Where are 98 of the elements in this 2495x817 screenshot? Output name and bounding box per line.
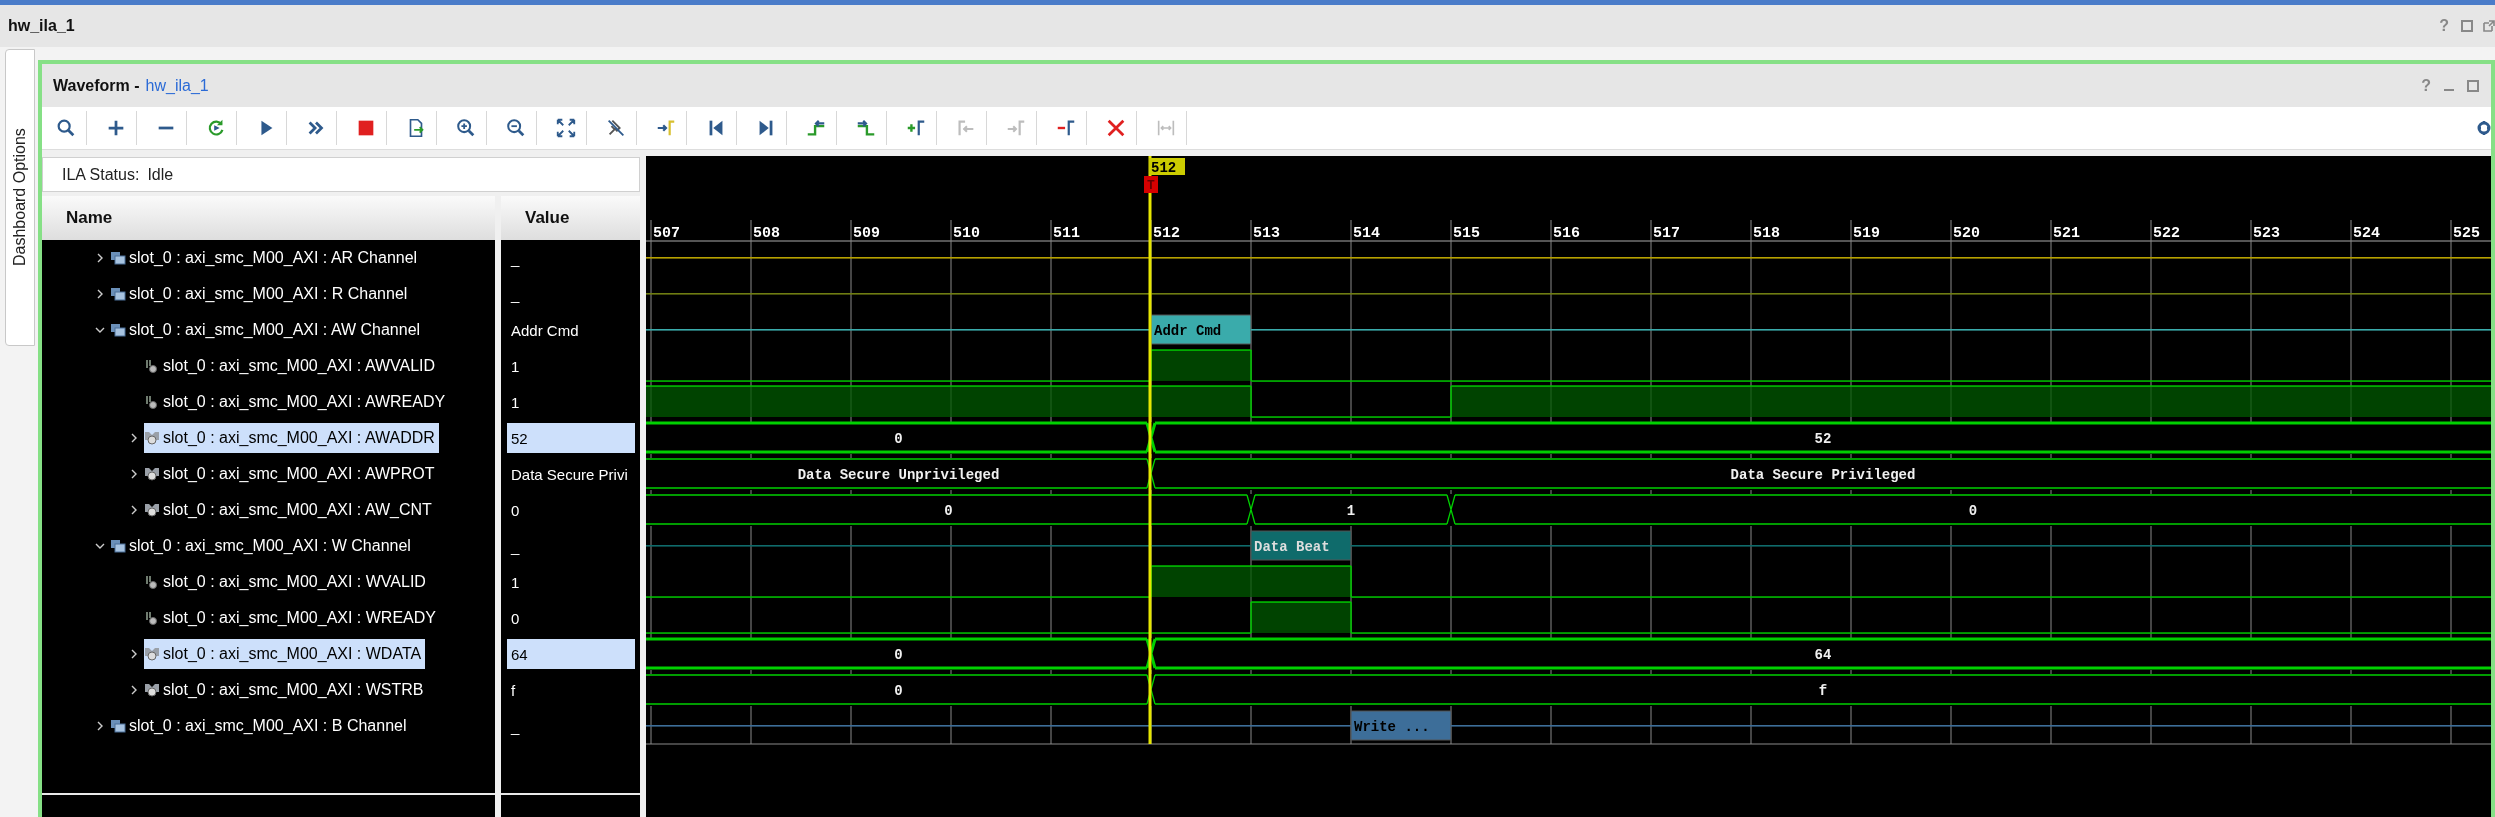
bit-signal-icon bbox=[144, 394, 160, 410]
signal-value: 1 bbox=[510, 356, 521, 377]
signal-name[interactable]: slot_0 : axi_smc_M00_AXI : R Channel bbox=[129, 279, 412, 309]
column-header[interactable]: Value bbox=[501, 196, 640, 240]
signal-value: _ bbox=[509, 248, 521, 269]
signal-value: f bbox=[510, 680, 517, 701]
signal-value: Data Secure Privi bbox=[510, 464, 629, 485]
bus-value: 0 bbox=[944, 502, 953, 519]
cursor-label[interactable]: 512 bbox=[1149, 158, 1185, 176]
time-label: 519 bbox=[1853, 225, 1880, 242]
time-label: 520 bbox=[1953, 225, 1980, 242]
time-label: 524 bbox=[2353, 225, 2380, 242]
status-value: Idle bbox=[147, 165, 174, 184]
zoom-out-icon[interactable] bbox=[505, 117, 527, 139]
signal-name[interactable]: slot_0 : axi_smc_M00_AXI : AR Channel bbox=[129, 243, 422, 273]
time-label: 507 bbox=[653, 225, 680, 242]
signal-value: 52 bbox=[507, 423, 635, 453]
bus-value: 1 bbox=[1346, 502, 1356, 519]
signal-name[interactable]: slot_0 : axi_smc_M00_AXI : AWADDR bbox=[163, 423, 439, 453]
signal-name[interactable]: slot_0 : axi_smc_M00_AXI : AWVALID bbox=[163, 351, 440, 381]
bit-signal-icon bbox=[144, 574, 160, 590]
panel-title: Waveform - bbox=[53, 76, 140, 95]
signal-name[interactable]: slot_0 : axi_smc_M00_AXI : WREADY bbox=[163, 603, 440, 633]
signal-name[interactable]: slot_0 : axi_smc_M00_AXI : AW Channel bbox=[129, 315, 425, 345]
bus-value: 52 bbox=[1814, 430, 1832, 447]
bus-value: 0 bbox=[894, 682, 903, 699]
pin-slash-icon[interactable] bbox=[605, 117, 627, 139]
time-label: 512 bbox=[1153, 225, 1180, 242]
bus-value: 64 bbox=[1814, 646, 1832, 663]
bus-value: 0 bbox=[1968, 502, 1978, 519]
transaction-label: Addr Cmd bbox=[1154, 323, 1222, 339]
signal-value: _ bbox=[509, 716, 521, 737]
transaction-box[interactable] bbox=[1150, 314, 1252, 345]
group-icon bbox=[110, 718, 126, 734]
transaction-label: Write ... bbox=[1354, 719, 1430, 735]
signal-name[interactable]: slot_0 : axi_smc_M00_AXI : AWREADY bbox=[163, 387, 450, 417]
maximize-icon[interactable] bbox=[2461, 20, 2473, 32]
signal-name[interactable]: slot_0 : axi_smc_M00_AXI : AW_CNT bbox=[163, 495, 436, 525]
bit-signal-icon bbox=[144, 358, 160, 374]
transaction-label: Data Beat bbox=[1254, 539, 1330, 555]
bus-signal-icon bbox=[144, 502, 160, 518]
signal-value: Addr Cmd bbox=[510, 320, 580, 341]
cross-icon[interactable] bbox=[1105, 117, 1127, 139]
time-label: 517 bbox=[1653, 225, 1680, 242]
signal-value: 1 bbox=[510, 392, 521, 413]
bus-value: 0 bbox=[894, 430, 903, 447]
time-label: 516 bbox=[1553, 225, 1580, 242]
signal-name[interactable]: slot_0 : axi_smc_M00_AXI : WDATA bbox=[163, 639, 426, 669]
time-label: 510 bbox=[953, 225, 980, 242]
time-label: 525 bbox=[2453, 225, 2480, 242]
maximize-icon[interactable] bbox=[2467, 79, 2479, 92]
bus-signal-icon bbox=[144, 682, 160, 698]
signal-value: 64 bbox=[507, 639, 635, 669]
group-icon bbox=[110, 538, 126, 554]
time-label: 518 bbox=[1753, 225, 1780, 242]
time-label: 515 bbox=[1453, 225, 1480, 242]
time-label: 513 bbox=[1253, 225, 1280, 242]
bus-value: f bbox=[1818, 682, 1828, 699]
signal-name[interactable]: slot_0 : axi_smc_M00_AXI : W Channel bbox=[129, 531, 415, 561]
column-header[interactable]: Name bbox=[42, 196, 495, 240]
bus-value: 0 bbox=[894, 646, 903, 663]
signal-value: _ bbox=[509, 284, 521, 305]
status-label: ILA Status: bbox=[62, 165, 140, 184]
time-label: 514 bbox=[1353, 225, 1380, 242]
search-icon[interactable] bbox=[55, 117, 77, 139]
bus-signal-icon bbox=[144, 466, 160, 482]
edge-right-icon[interactable] bbox=[855, 117, 877, 139]
group-icon bbox=[110, 250, 126, 266]
signal-value: 0 bbox=[510, 500, 521, 521]
restore-icon[interactable] bbox=[2483, 20, 2495, 32]
window-title: hw_ila_1 bbox=[8, 17, 75, 35]
signal-name[interactable]: slot_0 : axi_smc_M00_AXI : WSTRB bbox=[163, 675, 428, 705]
signal-name[interactable]: slot_0 : axi_smc_M00_AXI : WVALID bbox=[163, 567, 430, 597]
signal-name[interactable]: slot_0 : axi_smc_M00_AXI : AWPROT bbox=[163, 459, 439, 489]
bus-signal-icon bbox=[144, 430, 160, 446]
bit-signal-icon bbox=[144, 610, 160, 626]
time-label: 508 bbox=[753, 225, 780, 242]
signal-value: 1 bbox=[510, 572, 521, 593]
bus-value: Data Secure Privileged bbox=[1730, 466, 1916, 483]
group-icon bbox=[110, 322, 126, 338]
time-label: 509 bbox=[853, 225, 880, 242]
zoom-in-icon[interactable] bbox=[455, 117, 477, 139]
transaction-box[interactable] bbox=[1250, 530, 1352, 561]
time-label: 521 bbox=[2053, 225, 2080, 242]
edge-left-icon[interactable] bbox=[805, 117, 827, 139]
signal-value: 0 bbox=[510, 608, 521, 629]
bus-value: Data Secure Unprivileged bbox=[797, 466, 1000, 483]
side-tab[interactable]: Dashboard Options bbox=[5, 49, 35, 346]
time-label: 523 bbox=[2253, 225, 2280, 242]
signal-value: _ bbox=[509, 536, 521, 557]
expand-arrows-icon[interactable] bbox=[555, 117, 577, 139]
signal-name[interactable]: slot_0 : axi_smc_M00_AXI : B Channel bbox=[129, 711, 411, 741]
title-link[interactable]: hw_ila_1 bbox=[145, 76, 209, 95]
group-icon bbox=[110, 286, 126, 302]
time-label: 511 bbox=[1053, 225, 1080, 242]
time-label: 522 bbox=[2153, 225, 2180, 242]
trigger-marker: T bbox=[1144, 176, 1158, 193]
bus-signal-icon bbox=[144, 646, 160, 662]
